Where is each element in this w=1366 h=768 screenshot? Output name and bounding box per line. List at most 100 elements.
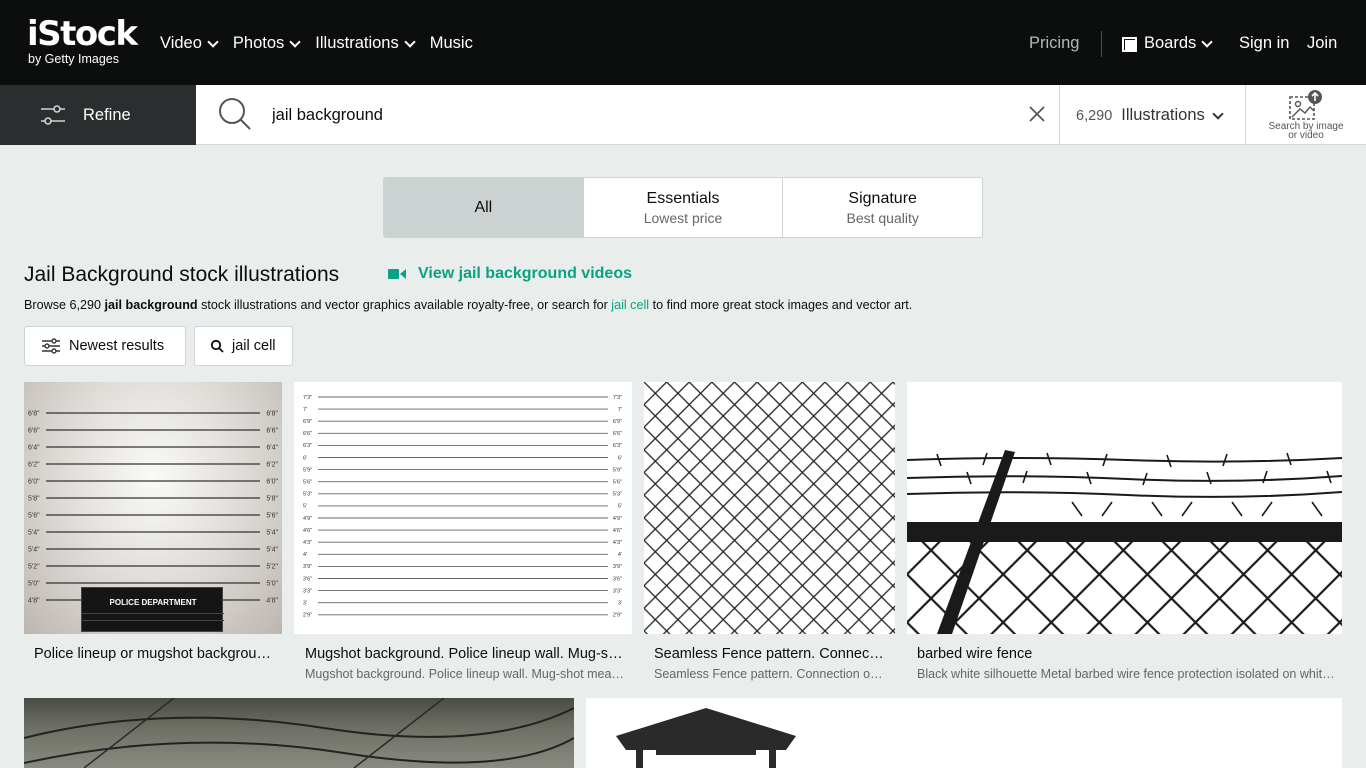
main-nav: Video Photos Illustrations Music — [160, 34, 489, 53]
sort-button[interactable]: Newest results — [24, 326, 186, 366]
height-label: 5'0" — [28, 580, 40, 587]
chain-link-pattern — [644, 382, 895, 634]
result-thumbnail[interactable] — [907, 382, 1342, 634]
result-title[interactable]: Police lineup or mugshot background with… — [34, 646, 274, 662]
join-link[interactable]: Join — [1307, 34, 1337, 53]
result-thumbnail[interactable]: 6'8" 6'8" 6'6" 6'6" 6'4" 6'4" 6'2" 6'2" 6'0" 6'0"… — [24, 382, 282, 634]
desc-text: Browse 6,290 — [24, 298, 105, 312]
height-label: 3'9" — [613, 564, 622, 570]
height-label: 5'0" — [266, 580, 278, 587]
height-label: 4'3" — [303, 540, 312, 546]
height-label: 4'9" — [613, 516, 622, 522]
boards-icon — [1122, 36, 1137, 52]
height-label: 6'6" — [613, 431, 622, 437]
search-by-image-line2: or video — [1288, 130, 1324, 141]
result-title[interactable]: barbed wire fence — [917, 646, 1337, 662]
height-label: 5'4" — [266, 529, 278, 536]
chevron-down-icon — [207, 35, 219, 48]
nav-photos[interactable]: Photos — [232, 34, 301, 53]
sign-in-link[interactable]: Sign in — [1239, 34, 1289, 53]
height-label: 4' — [303, 552, 307, 558]
height-label: 3'6" — [303, 576, 312, 582]
sliders-icon — [42, 338, 60, 354]
refine-button[interactable]: Refine — [0, 85, 196, 145]
nav-photos-label: Photos — [232, 34, 285, 52]
height-label: 5'9" — [303, 467, 312, 473]
top-navigation: iStock by Getty Images Video Photos Illu… — [0, 0, 1366, 85]
height-label: 6' — [303, 455, 307, 461]
chevron-down-icon — [404, 35, 416, 48]
height-label: 6'6" — [303, 431, 312, 437]
height-label: 5'4" — [266, 546, 278, 553]
height-label: 4'6" — [303, 528, 312, 534]
related-search-chip[interactable]: jail cell — [194, 326, 293, 366]
segment-title: All — [474, 198, 493, 216]
height-label: 5'6" — [613, 480, 622, 486]
height-label: 5' — [303, 504, 307, 510]
related-chip-label: jail cell — [232, 338, 276, 354]
view-videos-link[interactable]: View jail background videos — [388, 265, 632, 283]
sliders-icon — [41, 105, 65, 125]
height-label: 5'4" — [28, 529, 40, 536]
result-title[interactable]: Seamless Fence pattern. Connection of me… — [654, 646, 886, 662]
desc-text: stock illustrations and vector graphics … — [197, 298, 612, 312]
nav-illustrations[interactable]: Illustrations — [315, 34, 416, 53]
segment-subtitle: Lowest price — [643, 209, 723, 226]
height-label: 7'3" — [303, 395, 312, 401]
segment-signature[interactable]: Signature Best quality — [783, 178, 982, 237]
height-label: 6'8" — [266, 410, 278, 417]
result-count: 6,290 — [1076, 107, 1113, 124]
barbed-wire-illustration — [907, 450, 1342, 634]
result-thumbnail[interactable]: 7'3" 7'3" 7' 7' 6'9" 6'9" 6'6" 6'6" 6'3" 6'3" 6' 6'… — [294, 382, 632, 634]
nav-video[interactable]: Video — [160, 34, 219, 53]
chevron-down-icon — [1212, 107, 1224, 120]
height-label: 5'4" — [28, 546, 40, 553]
result-title[interactable]: Mugshot background. Police lineup wall. … — [305, 646, 625, 662]
segment-title: Essentials — [646, 189, 720, 207]
height-label: 6'6" — [266, 427, 278, 434]
asset-type-dropdown[interactable]: 6,290 Illustrations — [1076, 106, 1224, 125]
search-bar: Refine 6,290 Illustrations Search by ima… — [0, 85, 1366, 145]
search-by-image-button[interactable]: Search by image or video — [1246, 85, 1366, 145]
height-label: 5'8" — [28, 495, 40, 502]
page-title: Jail Background stock illustrations — [24, 263, 340, 286]
segment-all[interactable]: All — [384, 178, 584, 237]
height-label: 4' — [618, 552, 622, 558]
height-label: 6'3" — [613, 443, 622, 449]
results-description: Browse 6,290 jail background stock illus… — [24, 298, 912, 312]
desc-query: jail background — [104, 298, 198, 312]
close-icon[interactable] — [1027, 104, 1047, 124]
nav-music-label: Music — [429, 34, 473, 52]
result-thumbnail[interactable] — [24, 698, 574, 768]
boards-menu[interactable]: Boards — [1122, 34, 1213, 53]
related-search-link[interactable]: jail cell — [611, 298, 649, 312]
height-label: 7' — [303, 407, 307, 413]
height-label: 4'8" — [28, 597, 40, 604]
istock-logo[interactable]: iStock by Getty Images — [27, 17, 138, 66]
height-label: 5'8" — [266, 495, 278, 502]
watchtower-illustration — [616, 708, 796, 768]
segment-essentials[interactable]: Essentials Lowest price — [584, 178, 784, 237]
height-label: 3' — [618, 601, 622, 607]
nav-divider — [1101, 31, 1102, 57]
height-label: 3'3" — [303, 588, 312, 594]
barbed-wire-illustration — [24, 698, 574, 768]
result-thumbnail[interactable] — [644, 382, 895, 634]
pricing-link[interactable]: Pricing — [1029, 34, 1079, 53]
nav-music[interactable]: Music — [430, 34, 473, 53]
result-subtitle: Seamless Fence pattern. Connection of me… — [654, 667, 886, 681]
police-sign-text: POLICE DEPARTMENT — [109, 598, 197, 607]
image-upload-icon — [1289, 90, 1322, 120]
result-thumbnail[interactable] — [586, 698, 1342, 768]
desc-text: to find more great stock images and vect… — [649, 298, 913, 312]
height-label: 5'6" — [303, 480, 312, 486]
height-label: 7' — [618, 407, 622, 413]
segment-subtitle: Best quality — [846, 209, 919, 226]
segment-title: Signature — [848, 189, 917, 207]
height-label: 5'6" — [266, 512, 278, 519]
search-input[interactable] — [272, 97, 1012, 133]
asset-type-label: Illustrations — [1121, 106, 1205, 124]
height-label: 5'9" — [613, 467, 622, 473]
view-videos-label: View jail background videos — [418, 265, 632, 282]
height-label: 5'2" — [28, 563, 40, 570]
